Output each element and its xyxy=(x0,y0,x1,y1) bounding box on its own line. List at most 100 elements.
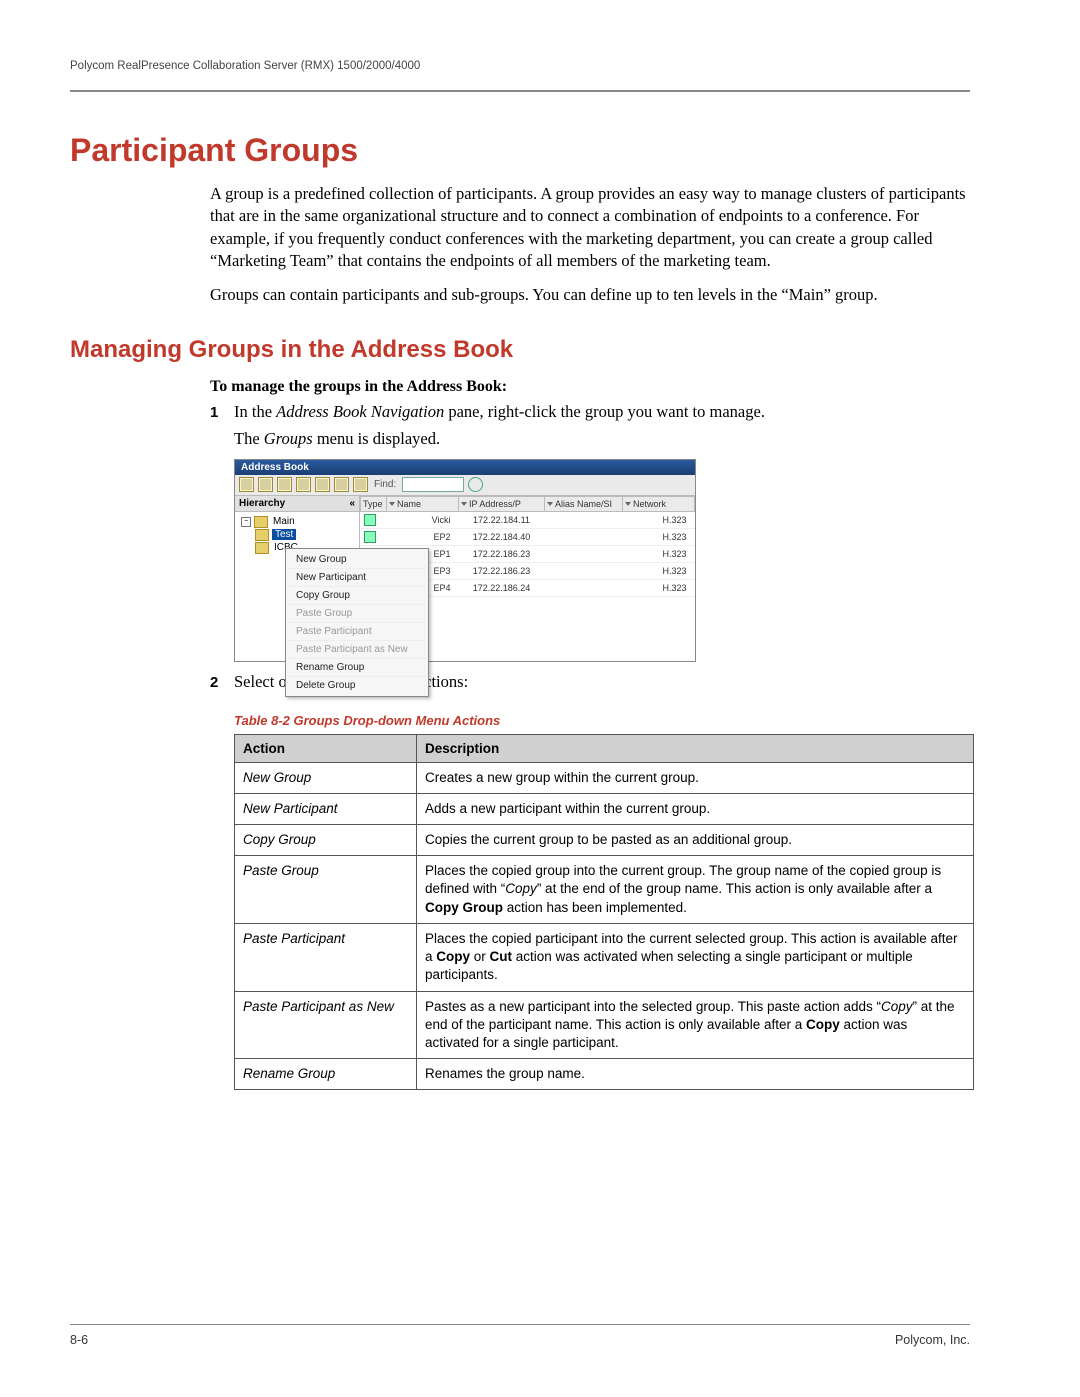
intro-paragraph-1: A group is a predefined collection of pa… xyxy=(210,183,970,272)
header-rule xyxy=(70,90,970,92)
desc-bold: Copy Group xyxy=(425,900,503,915)
ab-titlebar: Address Book xyxy=(235,460,695,475)
row-ip: 172.22.186.23 xyxy=(459,545,545,562)
procedure-lead: To manage the groups in the Address Book… xyxy=(210,378,970,396)
col-alias[interactable]: Alias Name/SI xyxy=(545,496,623,511)
heading-managing-groups: Managing Groups in the Address Book xyxy=(70,336,970,364)
action-desc: Copies the current group to be pasted as… xyxy=(417,825,974,856)
toolbar-icon[interactable] xyxy=(353,477,368,492)
participant-icon xyxy=(364,514,376,526)
col-name[interactable]: Name xyxy=(387,496,459,511)
table-caption: Table 8-2 Groups Drop-down Menu Actions xyxy=(234,713,970,728)
table-row: Rename Group Renames the group name. xyxy=(235,1059,974,1090)
participant-icon xyxy=(364,531,376,543)
sort-icon xyxy=(461,502,467,506)
toolbar-icon[interactable] xyxy=(277,477,292,492)
menu-rename-group[interactable]: Rename Group xyxy=(288,659,426,677)
desc-part: or xyxy=(470,949,490,964)
document-page: Polycom RealPresence Collaboration Serve… xyxy=(0,0,1080,1397)
row-ip: 172.22.184.11 xyxy=(459,511,545,528)
sort-icon xyxy=(389,502,395,506)
col-action: Action xyxy=(235,734,417,762)
menu-new-group[interactable]: New Group xyxy=(288,551,426,569)
step-text: In the Address Book Navigation pane, rig… xyxy=(234,400,970,450)
table-row: Paste Participant as New Pastes as a new… xyxy=(235,991,974,1059)
step1-sub-a: The xyxy=(234,429,264,448)
table-row[interactable]: EP2 172.22.184.40 H.323 xyxy=(361,528,695,545)
row-network: H.323 xyxy=(623,579,695,596)
col-network-label: Network xyxy=(633,499,666,509)
action-name: Paste Group xyxy=(235,856,417,924)
desc-italic: Copy xyxy=(881,999,913,1014)
find-label: Find: xyxy=(374,479,396,490)
desc-part: Pastes as a new participant into the sel… xyxy=(425,999,881,1014)
col-type[interactable]: Type xyxy=(361,496,387,511)
toolbar-icon[interactable] xyxy=(296,477,311,492)
desc-bold: Copy xyxy=(806,1017,840,1032)
context-menu: New Group New Participant Copy Group Pas… xyxy=(285,548,429,697)
row-alias xyxy=(545,511,623,528)
collapse-icon[interactable]: « xyxy=(349,498,355,509)
step1-italic: Address Book Navigation xyxy=(276,402,444,421)
toolbar-icon[interactable] xyxy=(315,477,330,492)
sort-icon xyxy=(547,502,553,506)
col-network[interactable]: Network xyxy=(623,496,695,511)
menu-paste-participant[interactable]: Paste Participant xyxy=(288,623,426,641)
tree-item-test[interactable]: Test xyxy=(255,529,357,541)
menu-new-participant[interactable]: New Participant xyxy=(288,569,426,587)
action-desc: Renames the group name. xyxy=(417,1059,974,1090)
table-row: New Group Creates a new group within the… xyxy=(235,762,974,793)
col-description: Description xyxy=(417,734,974,762)
action-name: New Participant xyxy=(235,793,417,824)
row-name: Vicki xyxy=(387,511,459,528)
row-alias xyxy=(545,545,623,562)
row-type-icon xyxy=(361,528,387,545)
address-book-screenshot: Address Book Find: Hierarchy « − xyxy=(234,459,696,662)
menu-paste-participant-as-new[interactable]: Paste Participant as New xyxy=(288,641,426,659)
desc-bold: Cut xyxy=(490,949,513,964)
tree-body: − Main Test ICBC New Group New Par xyxy=(235,512,359,661)
folder-icon xyxy=(255,542,269,554)
desc-bold: Copy xyxy=(436,949,470,964)
step1-sub-b: menu is displayed. xyxy=(313,429,440,448)
action-name: Paste Participant as New xyxy=(235,991,417,1059)
grid-header-row: Type Name IP Address/P Alias Name/SI Net… xyxy=(361,496,695,511)
step1-b: pane, right-click the group you want to … xyxy=(444,402,765,421)
actions-table: Action Description New Group Creates a n… xyxy=(234,734,974,1091)
tree-root[interactable]: − Main xyxy=(241,516,357,528)
table-row: Copy Group Copies the current group to b… xyxy=(235,825,974,856)
row-alias xyxy=(545,528,623,545)
tree-expander-icon[interactable]: − xyxy=(241,517,251,527)
toolbar-icon[interactable] xyxy=(239,477,254,492)
action-name: Rename Group xyxy=(235,1059,417,1090)
row-alias xyxy=(545,579,623,596)
action-desc: Pastes as a new participant into the sel… xyxy=(417,991,974,1059)
step-number: 1 xyxy=(210,400,234,450)
folder-icon xyxy=(254,516,268,528)
toolbar-icon[interactable] xyxy=(258,477,273,492)
menu-delete-group[interactable]: Delete Group xyxy=(288,677,426,694)
page-footer: 8-6 Polycom, Inc. xyxy=(70,1324,970,1347)
actions-header-row: Action Description xyxy=(235,734,974,762)
row-ip: 172.22.186.23 xyxy=(459,562,545,579)
table-row[interactable]: Vicki 172.22.184.11 H.323 xyxy=(361,511,695,528)
find-input[interactable] xyxy=(402,477,464,492)
action-name: New Group xyxy=(235,762,417,793)
procedure-list: 1 In the Address Book Navigation pane, r… xyxy=(210,400,970,450)
intro-paragraph-2: Groups can contain participants and sub-… xyxy=(210,284,970,306)
running-header: Polycom RealPresence Collaboration Serve… xyxy=(70,60,970,72)
table-row: Paste Group Places the copied group into… xyxy=(235,856,974,924)
menu-copy-group[interactable]: Copy Group xyxy=(288,587,426,605)
toolbar-icon[interactable] xyxy=(334,477,349,492)
col-ip[interactable]: IP Address/P xyxy=(459,496,545,511)
search-icon[interactable] xyxy=(468,477,483,492)
action-desc: Creates a new group within the current g… xyxy=(417,762,974,793)
menu-paste-group[interactable]: Paste Group xyxy=(288,605,426,623)
action-name: Copy Group xyxy=(235,825,417,856)
tree-label: Test xyxy=(272,529,296,540)
step1-sub: The Groups menu is displayed. xyxy=(234,427,970,450)
tree-header: Hierarchy « xyxy=(235,496,359,512)
action-desc: Places the copied group into the current… xyxy=(417,856,974,924)
step-1: 1 In the Address Book Navigation pane, r… xyxy=(210,400,970,450)
step1-sub-italic: Groups xyxy=(264,429,313,448)
